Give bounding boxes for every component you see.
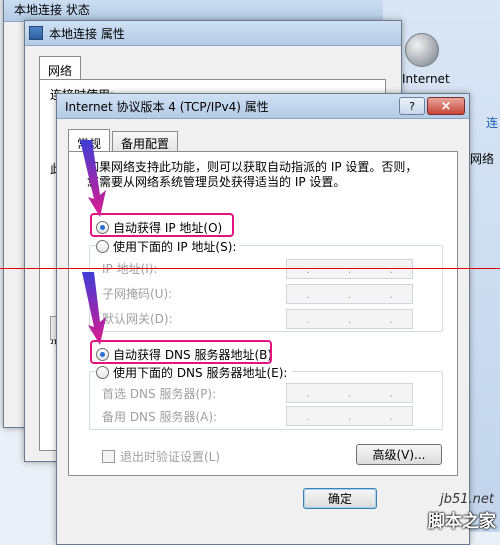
watermark-domain: jb51.net (440, 492, 494, 507)
annotation-arrows (80, 140, 106, 345)
watermark-site-name: 脚本之家 (428, 512, 496, 532)
arrow-to-auto-ip (80, 140, 106, 217)
watermark: jb51.net 脚本之家 (400, 492, 500, 532)
arrow-to-auto-dns (82, 272, 106, 345)
